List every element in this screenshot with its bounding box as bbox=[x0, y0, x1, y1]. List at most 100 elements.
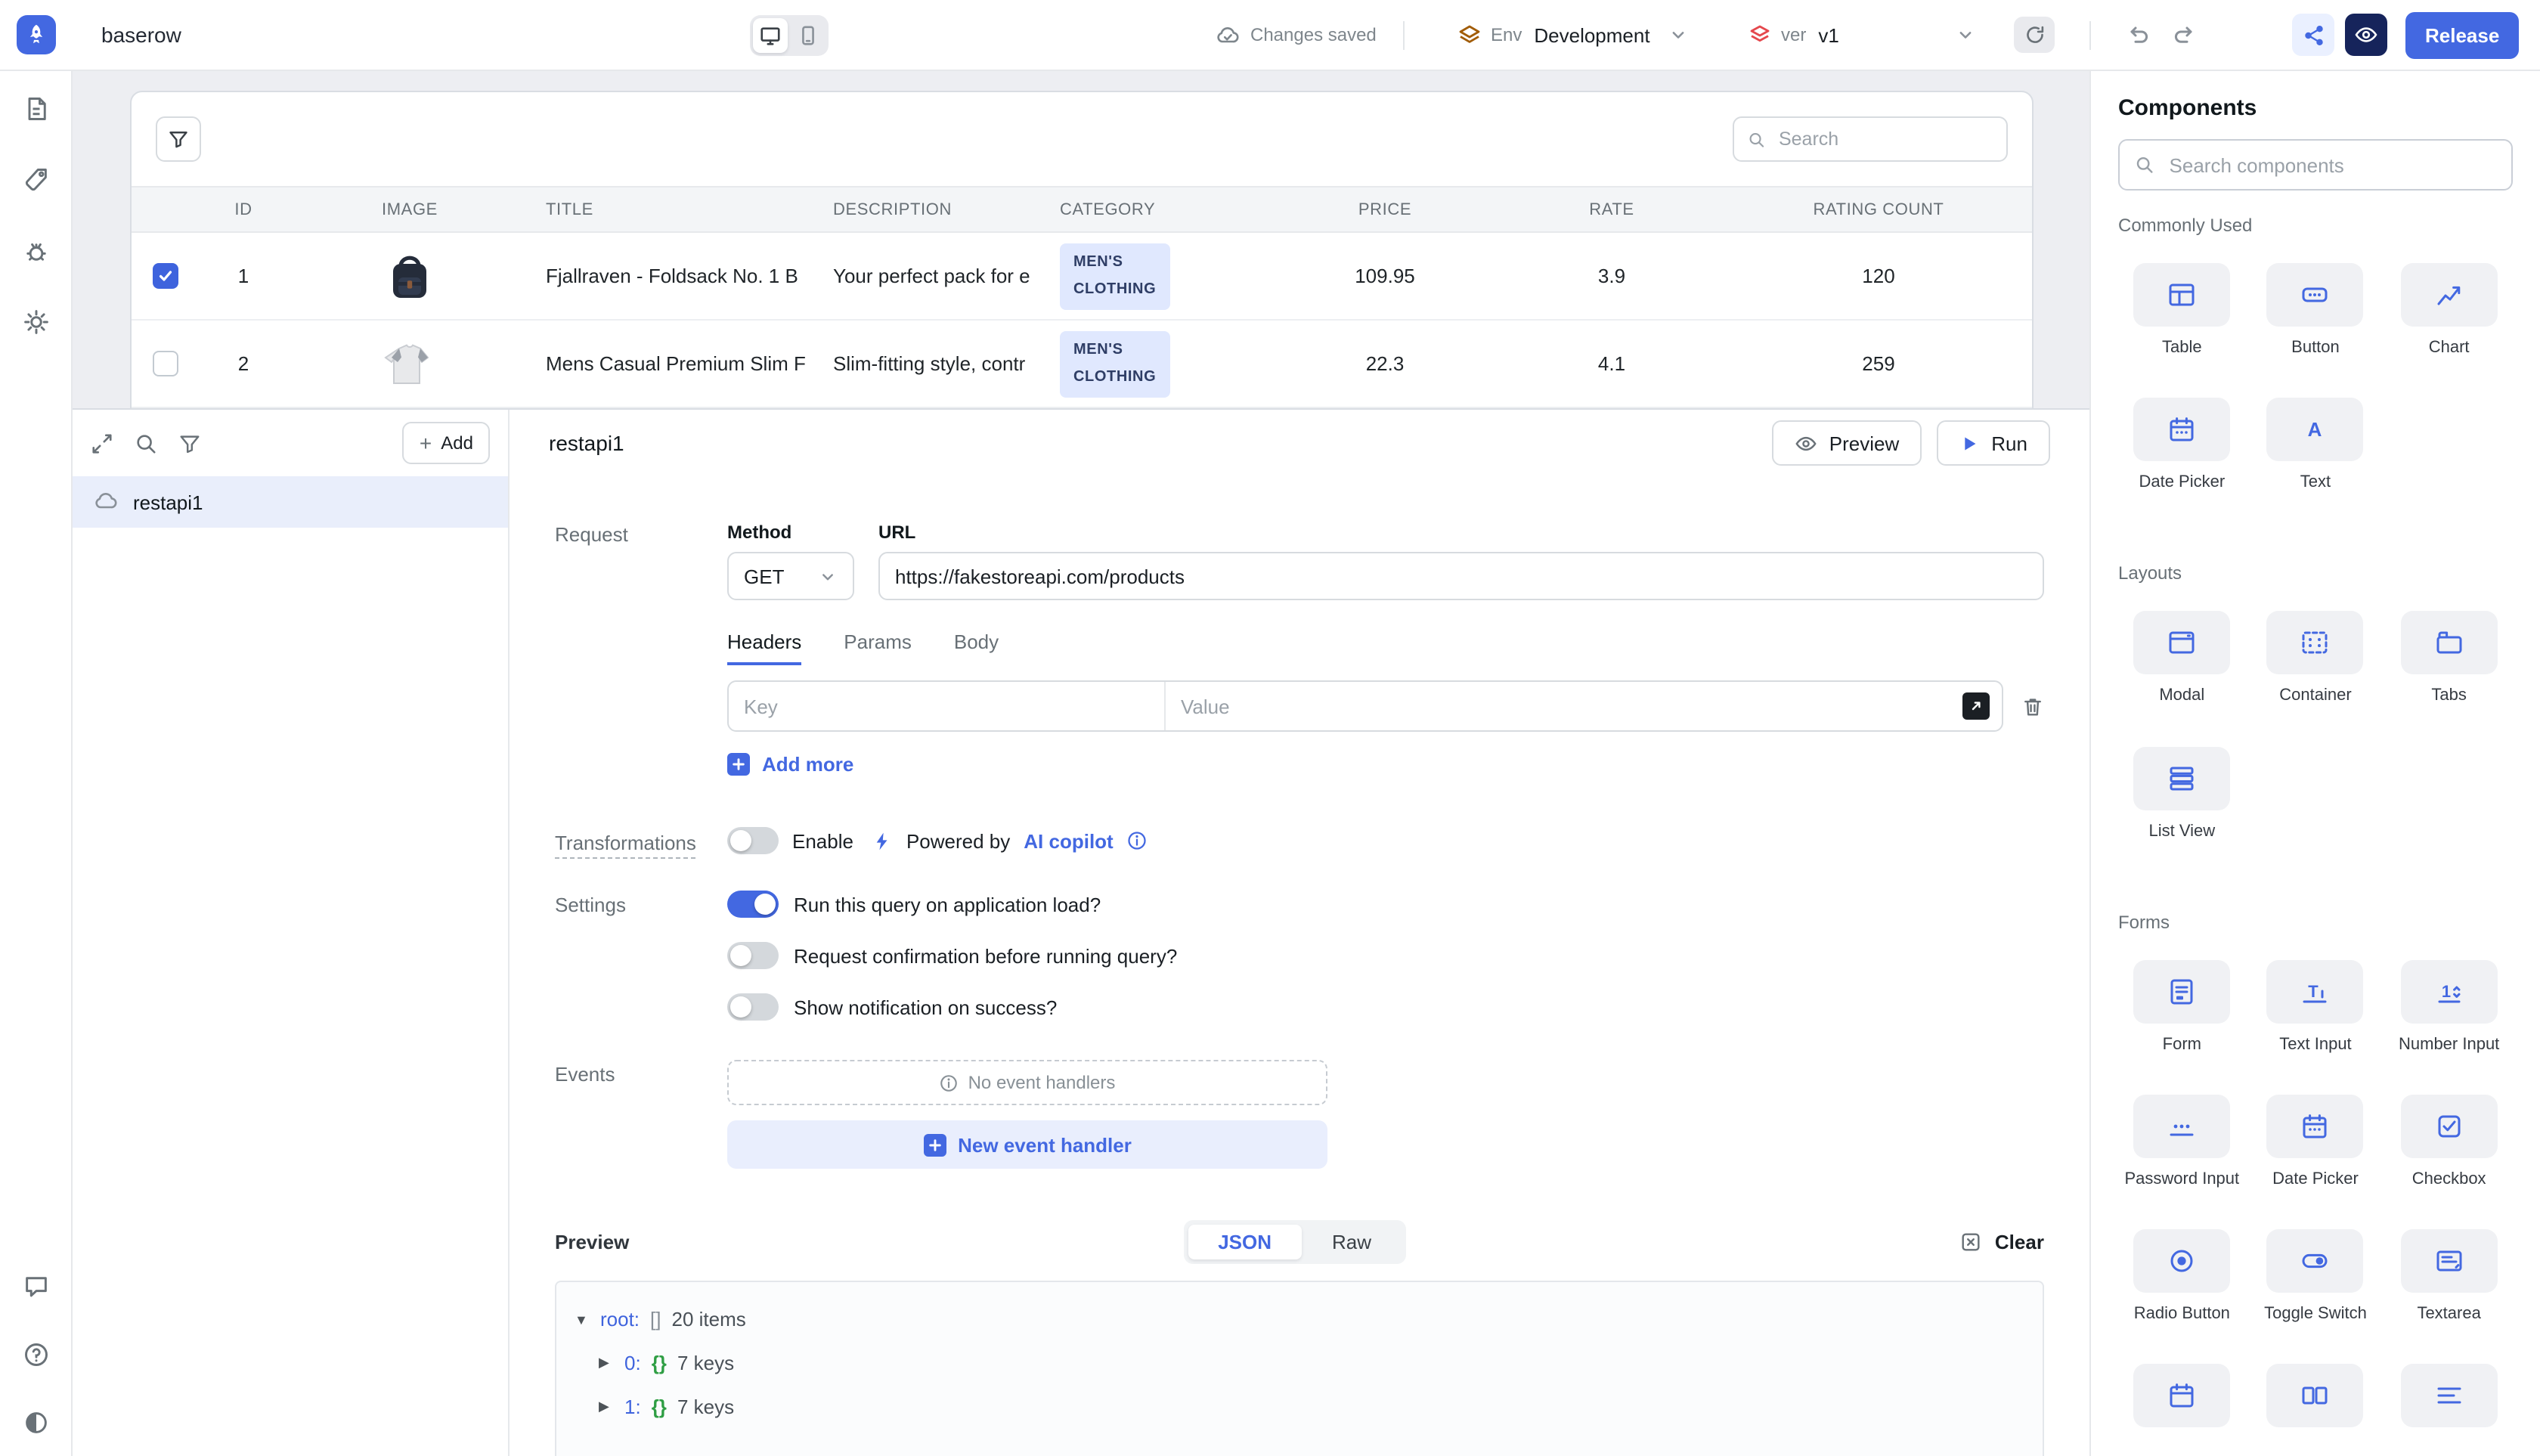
cell-description: Your perfect pack for e bbox=[818, 265, 1045, 287]
expand-closed-icon[interactable]: ▶ bbox=[599, 1355, 614, 1371]
column-header[interactable]: RATING COUNT bbox=[1725, 200, 2032, 218]
column-header[interactable]: PRICE bbox=[1272, 200, 1498, 218]
component-card-listview[interactable]: List View bbox=[2118, 746, 2246, 841]
column-header[interactable]: ID bbox=[198, 200, 289, 218]
inspector-icon[interactable] bbox=[20, 165, 51, 195]
version-value: v1 bbox=[1818, 23, 1838, 46]
component-card-textarea[interactable]: Textarea bbox=[2385, 1229, 2513, 1324]
component-card-tabs[interactable]: Tabs bbox=[2385, 612, 2513, 707]
column-header[interactable]: TITLE bbox=[531, 200, 818, 218]
component-card-form[interactable]: Form bbox=[2118, 960, 2246, 1055]
comments-icon[interactable] bbox=[20, 1272, 51, 1302]
theme-toggle-icon[interactable] bbox=[20, 1408, 51, 1438]
header-value-input[interactable] bbox=[1166, 682, 1962, 730]
clear-button[interactable]: Clear bbox=[1995, 1230, 2044, 1253]
tab-params[interactable]: Params bbox=[844, 630, 912, 665]
mobile-canvas-button[interactable] bbox=[791, 18, 826, 53]
component-card-chart[interactable]: Chart bbox=[2385, 263, 2513, 358]
component-card-number-input[interactable]: 1 Number Input bbox=[2385, 960, 2513, 1055]
container-component-icon bbox=[2300, 628, 2331, 658]
component-card-partial[interactable] bbox=[2252, 1365, 2380, 1428]
share-button[interactable] bbox=[2292, 14, 2334, 56]
add-more-button[interactable]: Add more bbox=[727, 753, 853, 776]
collapse-panel-icon[interactable] bbox=[91, 432, 113, 454]
table-search-input[interactable] bbox=[1776, 127, 1993, 151]
component-card-text-input[interactable]: T Text Input bbox=[2252, 960, 2380, 1055]
expand-editor-icon[interactable] bbox=[1962, 692, 1990, 720]
add-query-button[interactable]: + Add bbox=[403, 422, 490, 464]
expand-open-icon[interactable]: ▼ bbox=[575, 1312, 590, 1327]
query-preview-button[interactable]: Preview bbox=[1772, 420, 1922, 466]
release-button[interactable]: Release bbox=[2405, 12, 2519, 59]
preview-tab-raw[interactable]: Raw bbox=[1302, 1224, 1402, 1259]
json-item-row[interactable]: ▶ 1: {} 7 keys bbox=[575, 1385, 2043, 1429]
info-icon bbox=[940, 1073, 959, 1092]
component-card-toggle-switch[interactable]: Toggle Switch bbox=[2252, 1229, 2380, 1324]
clear-icon[interactable] bbox=[1960, 1230, 1983, 1253]
desktop-canvas-button[interactable] bbox=[753, 18, 788, 53]
table-row[interactable]: 1 Fjallraven - Foldsack No. 1 B Your per… bbox=[132, 233, 2032, 321]
app-name[interactable]: baserow bbox=[101, 0, 181, 70]
column-header[interactable]: CATEGORY bbox=[1045, 200, 1272, 218]
component-card-datepicker[interactable]: Date Picker bbox=[2118, 398, 2246, 493]
app-logo-icon[interactable] bbox=[17, 15, 56, 54]
component-card-checkbox[interactable]: Checkbox bbox=[2385, 1095, 2513, 1190]
component-card-partial[interactable] bbox=[2385, 1365, 2513, 1428]
component-card-text[interactable]: A Text bbox=[2252, 398, 2380, 493]
datepicker-component-icon bbox=[2300, 1111, 2331, 1142]
run-on-load-toggle[interactable] bbox=[727, 891, 779, 918]
component-card-button[interactable]: Button bbox=[2252, 263, 2380, 358]
json-root-row[interactable]: ▼ root: [] 20 items bbox=[575, 1297, 2043, 1341]
play-icon bbox=[1959, 433, 1979, 453]
notification-toggle[interactable] bbox=[727, 993, 779, 1021]
component-card-modal[interactable]: Modal bbox=[2118, 612, 2246, 707]
component-card-container[interactable]: Container bbox=[2252, 612, 2380, 707]
pages-icon[interactable] bbox=[20, 94, 51, 124]
column-header[interactable]: IMAGE bbox=[289, 200, 531, 218]
env-sync-button[interactable] bbox=[2014, 17, 2055, 53]
method-select[interactable]: GET bbox=[727, 552, 854, 600]
table-row[interactable]: 2 Mens Casual Premium Slim F Slim-fittin… bbox=[132, 321, 2032, 408]
query-run-button[interactable]: Run bbox=[1937, 420, 2050, 466]
debugger-icon[interactable] bbox=[20, 236, 51, 266]
header-key-value-row bbox=[727, 680, 2044, 732]
filter-icon[interactable] bbox=[178, 432, 201, 454]
app-preview-button[interactable] bbox=[2345, 14, 2387, 56]
url-input[interactable] bbox=[878, 552, 2044, 600]
preview-tab-json[interactable]: JSON bbox=[1188, 1224, 1302, 1259]
component-card-radio-button[interactable]: Radio Button bbox=[2118, 1229, 2246, 1324]
query-list-item-restapi1[interactable]: restapi1 bbox=[73, 476, 508, 528]
info-icon[interactable] bbox=[1127, 830, 1148, 851]
search-icon[interactable] bbox=[135, 432, 157, 454]
row-checkbox[interactable] bbox=[152, 351, 178, 376]
tab-headers[interactable]: Headers bbox=[727, 630, 801, 665]
components-search-input[interactable] bbox=[2167, 152, 2496, 178]
column-header[interactable]: RATE bbox=[1498, 200, 1725, 218]
component-card-partial[interactable] bbox=[2118, 1365, 2246, 1428]
ai-copilot-link[interactable]: AI copilot bbox=[1024, 829, 1113, 852]
transformations-toggle[interactable] bbox=[727, 827, 779, 854]
header-key-input[interactable] bbox=[729, 682, 1164, 730]
help-icon[interactable] bbox=[20, 1340, 51, 1370]
undo-button[interactable] bbox=[2126, 21, 2151, 47]
table-filter-button[interactable] bbox=[156, 116, 201, 162]
tab-body[interactable]: Body bbox=[954, 630, 999, 665]
new-event-handler-button[interactable]: New event handler bbox=[727, 1120, 1327, 1169]
component-card-password-input[interactable]: Password Input bbox=[2118, 1095, 2246, 1190]
query-title[interactable]: restapi1 bbox=[549, 431, 624, 455]
confirmation-toggle[interactable] bbox=[727, 942, 779, 969]
json-item-row[interactable]: ▶ 0: {} 7 keys bbox=[575, 1341, 2043, 1385]
component-card-table[interactable]: Table bbox=[2118, 263, 2246, 358]
row-checkbox[interactable] bbox=[152, 263, 178, 289]
app-canvas[interactable]: ID IMAGE TITLE DESCRIPTION CATEGORY PRIC… bbox=[73, 71, 2089, 408]
button-component-icon bbox=[2300, 280, 2331, 310]
version-selector[interactable]: ver v1 bbox=[1749, 0, 1976, 70]
redo-button[interactable] bbox=[2171, 21, 2197, 47]
component-card-datepicker-form[interactable]: Date Picker bbox=[2252, 1095, 2380, 1190]
settings-icon[interactable] bbox=[20, 307, 51, 337]
column-header[interactable]: DESCRIPTION bbox=[818, 200, 1045, 218]
expand-closed-icon[interactable]: ▶ bbox=[599, 1399, 614, 1415]
environment-selector[interactable]: Env Development bbox=[1459, 0, 1689, 70]
delete-header-button[interactable] bbox=[2021, 695, 2044, 717]
table-widget[interactable]: ID IMAGE TITLE DESCRIPTION CATEGORY PRIC… bbox=[130, 91, 2034, 408]
